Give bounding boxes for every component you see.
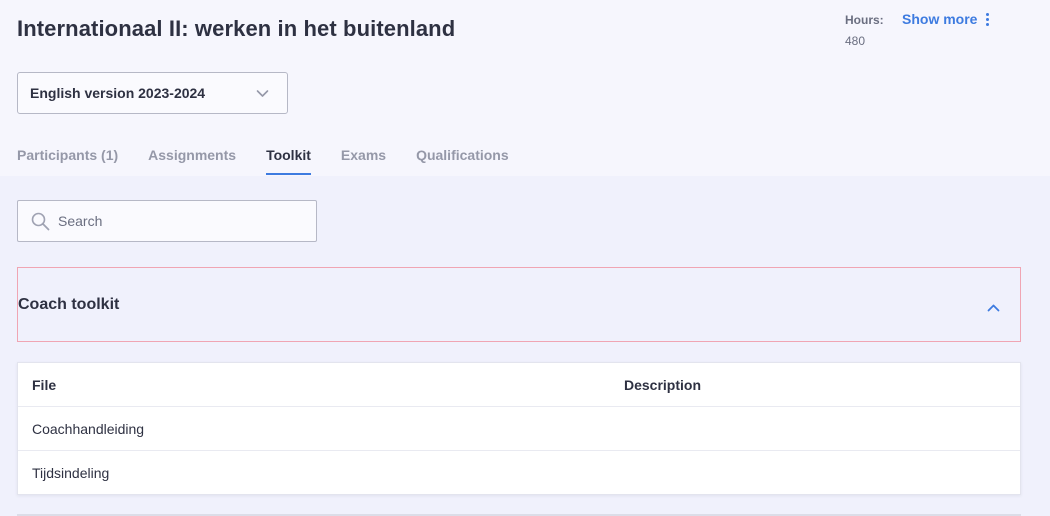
chevron-up-icon[interactable] [987,299,1000,317]
search-box [17,200,317,242]
coach-toolkit-accordion[interactable]: Coach toolkit [17,267,1021,342]
page-title: Internationaal II: werken in het buitenl… [17,16,456,41]
version-select-value: English version 2023-2024 [30,85,206,101]
version-select[interactable]: English version 2023-2024 [17,72,288,114]
hours-label: Hours: [845,13,884,27]
hours-value: 480 [845,34,866,48]
toolkit-table: File Description Coachhandleiding Tijdsi… [17,362,1021,495]
chevron-down-icon [256,87,269,105]
tab-qualifications[interactable]: Qualifications [416,140,509,176]
column-header-file: File [32,376,57,393]
table-row[interactable]: Coachhandleiding [18,407,1020,451]
tab-toolkit[interactable]: Toolkit [266,140,311,176]
tab-bar: Participants (1) Assignments Toolkit Exa… [17,140,539,176]
tab-participants[interactable]: Participants (1) [17,140,118,176]
tab-assignments[interactable]: Assignments [148,140,236,176]
show-more-button[interactable]: Show more [902,11,990,27]
tab-exams[interactable]: Exams [341,140,386,176]
file-cell[interactable]: Coachhandleiding [32,421,144,437]
more-vertical-icon [986,12,990,26]
search-input[interactable] [58,201,308,241]
column-header-description: Description [624,376,702,393]
show-more-label: Show more [902,11,978,27]
search-icon [31,212,50,236]
table-header-row: File Description [18,363,1020,407]
table-row[interactable]: Tijdsindeling [18,451,1020,495]
accordion-title: Coach toolkit [18,295,120,313]
file-cell[interactable]: Tijdsindeling [32,465,109,481]
